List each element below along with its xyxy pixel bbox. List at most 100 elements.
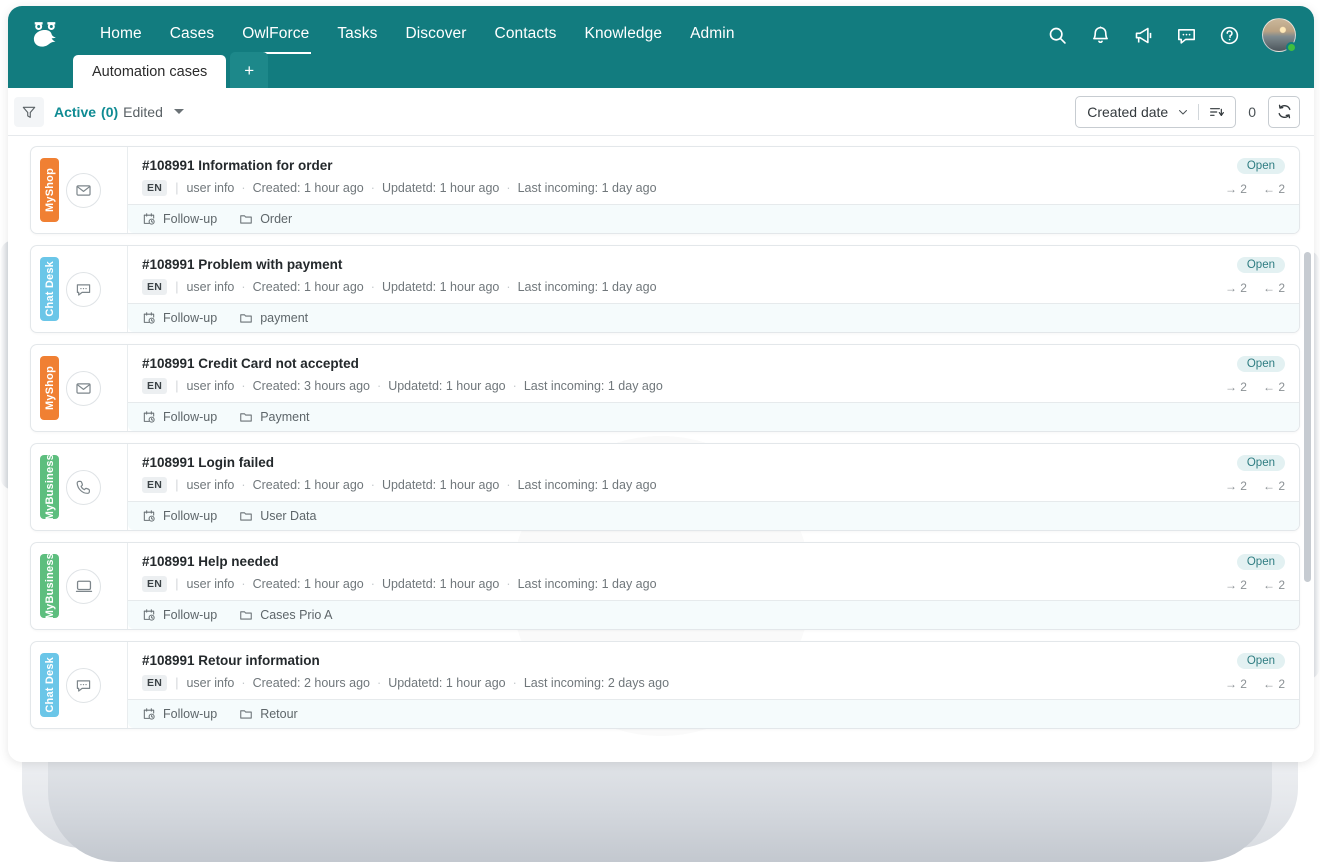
incoming-count: ← 2 — [1263, 281, 1285, 295]
case-last-incoming: Last incoming: 1 day ago — [518, 577, 657, 591]
nav-link-home[interactable]: Home — [86, 21, 156, 47]
refresh-icon[interactable] — [1268, 96, 1300, 128]
channel-tag[interactable]: Chat Desk — [40, 653, 59, 717]
case-card-5[interactable]: MyBusiness #108991 Help needed EN | user… — [30, 542, 1300, 630]
channel-tag[interactable]: MyBusiness — [40, 455, 59, 519]
tab-strip: Automation cases + — [73, 52, 268, 88]
channel-tag[interactable]: Chat Desk — [40, 257, 59, 321]
language-badge: EN — [142, 279, 167, 295]
case-card-1[interactable]: MyShop #108991 Information for order EN … — [30, 146, 1300, 234]
case-created: Created: 1 hour ago — [253, 280, 364, 294]
followup-item[interactable]: Follow-up — [142, 311, 217, 325]
followup-item[interactable]: Follow-up — [142, 608, 217, 622]
followup-item[interactable]: Follow-up — [142, 212, 217, 226]
folder-item[interactable]: Retour — [239, 707, 298, 721]
filter-funnel-icon[interactable] — [14, 97, 44, 127]
sort-descending-icon[interactable] — [1208, 104, 1224, 120]
add-tab-button[interactable]: + — [230, 52, 268, 88]
channel-tag[interactable]: MyShop — [40, 158, 59, 222]
folder-item[interactable]: User Data — [239, 509, 316, 523]
megaphone-icon[interactable] — [1133, 25, 1154, 46]
channel-tag-label: MyShop — [44, 366, 56, 410]
nav-link-tasks[interactable]: Tasks — [323, 21, 391, 47]
folder-item[interactable]: Payment — [239, 410, 309, 424]
scrollbar-thumb[interactable] — [1304, 252, 1311, 582]
case-last-incoming: Last incoming: 1 day ago — [518, 280, 657, 294]
case-card-4[interactable]: MyBusiness #108991 Login failed EN | use… — [30, 443, 1300, 531]
case-last-incoming: Last incoming: 2 days ago — [524, 676, 669, 690]
filter-status-selector[interactable]: Active (0) Edited — [54, 104, 184, 120]
folder-item[interactable]: Order — [239, 212, 292, 226]
nav-link-owlforce[interactable]: OwlForce — [228, 21, 323, 47]
case-channel-block: Chat Desk — [31, 642, 128, 728]
case-badges: Open → 2 ← 2 — [1225, 255, 1285, 295]
divider: · — [371, 577, 375, 591]
chat-icon[interactable] — [1176, 25, 1197, 46]
channel-tag[interactable]: MyBusiness — [40, 554, 59, 618]
divider: · — [513, 676, 517, 690]
nav-link-knowledge[interactable]: Knowledge — [571, 21, 677, 47]
followup-item[interactable]: Follow-up — [142, 707, 217, 721]
case-user-info[interactable]: user info — [186, 676, 234, 690]
divider: · — [506, 478, 510, 492]
followup-item[interactable]: Follow-up — [142, 410, 217, 424]
filter-toolbar: Active (0) Edited Created date — [8, 88, 1314, 136]
divider: · — [241, 280, 245, 294]
divider: | — [175, 379, 178, 393]
chat-bubble-icon — [66, 272, 101, 307]
divider: | — [175, 676, 178, 690]
nav-links: Home Cases OwlForce Tasks Discover Conta… — [86, 21, 749, 47]
case-title: #108991 Retour information — [142, 653, 1285, 668]
folder-label: Order — [260, 212, 292, 226]
divider — [1198, 104, 1199, 120]
case-created: Created: 2 hours ago — [253, 676, 370, 690]
case-user-info[interactable]: user info — [186, 577, 234, 591]
case-user-info[interactable]: user info — [186, 379, 234, 393]
followup-label: Follow-up — [163, 707, 217, 721]
case-footer: Follow-up Retour — [128, 699, 1299, 728]
language-badge: EN — [142, 576, 167, 592]
avatar[interactable] — [1262, 18, 1296, 52]
status-badge: Open — [1237, 554, 1285, 570]
divider: · — [241, 478, 245, 492]
channel-tag[interactable]: MyShop — [40, 356, 59, 420]
case-card-6[interactable]: Chat Desk #108991 Retour information EN … — [30, 641, 1300, 729]
monitor-icon — [66, 569, 101, 604]
case-card-2[interactable]: Chat Desk #108991 Problem with payment E… — [30, 245, 1300, 333]
divider: · — [371, 280, 375, 294]
nav-link-discover[interactable]: Discover — [391, 21, 480, 47]
case-content: #108991 Problem with payment EN | user i… — [128, 246, 1299, 332]
nav-link-admin[interactable]: Admin — [676, 21, 748, 47]
language-badge: EN — [142, 477, 167, 493]
nav-link-cases[interactable]: Cases — [156, 21, 228, 47]
help-icon[interactable] — [1219, 25, 1240, 46]
case-content: #108991 Credit Card not accepted EN | us… — [128, 345, 1299, 431]
case-badges: Open → 2 ← 2 — [1225, 453, 1285, 493]
case-updated: Updatetd: 1 hour ago — [388, 676, 505, 690]
folder-icon — [239, 311, 253, 325]
case-user-info[interactable]: user info — [186, 181, 234, 195]
status-badge: Open — [1237, 455, 1285, 471]
owl-logo-icon[interactable] — [26, 15, 64, 53]
case-title: #108991 Credit Card not accepted — [142, 356, 1285, 371]
folder-label: payment — [260, 311, 308, 325]
followup-label: Follow-up — [163, 212, 217, 226]
tab-automation-cases[interactable]: Automation cases — [73, 55, 226, 88]
nav-link-contacts[interactable]: Contacts — [481, 21, 571, 47]
case-user-info[interactable]: user info — [186, 478, 234, 492]
case-last-incoming: Last incoming: 1 day ago — [518, 478, 657, 492]
case-user-info[interactable]: user info — [186, 280, 234, 294]
case-card-3[interactable]: MyShop #108991 Credit Card not accepted … — [30, 344, 1300, 432]
case-meta: EN | user info · Created: 3 hours ago · … — [142, 378, 1285, 394]
language-badge: EN — [142, 378, 167, 394]
case-updated: Updatetd: 1 hour ago — [382, 181, 499, 195]
bell-icon[interactable] — [1090, 25, 1111, 46]
sort-field-dropdown[interactable]: Created date — [1075, 96, 1236, 128]
status-badge: Open — [1237, 158, 1285, 174]
followup-item[interactable]: Follow-up — [142, 509, 217, 523]
incoming-count: ← 2 — [1263, 677, 1285, 691]
folder-item[interactable]: Cases Prio A — [239, 608, 332, 622]
search-icon[interactable] — [1047, 25, 1068, 46]
folder-item[interactable]: payment — [239, 311, 308, 325]
case-title: #108991 Problem with payment — [142, 257, 1285, 272]
